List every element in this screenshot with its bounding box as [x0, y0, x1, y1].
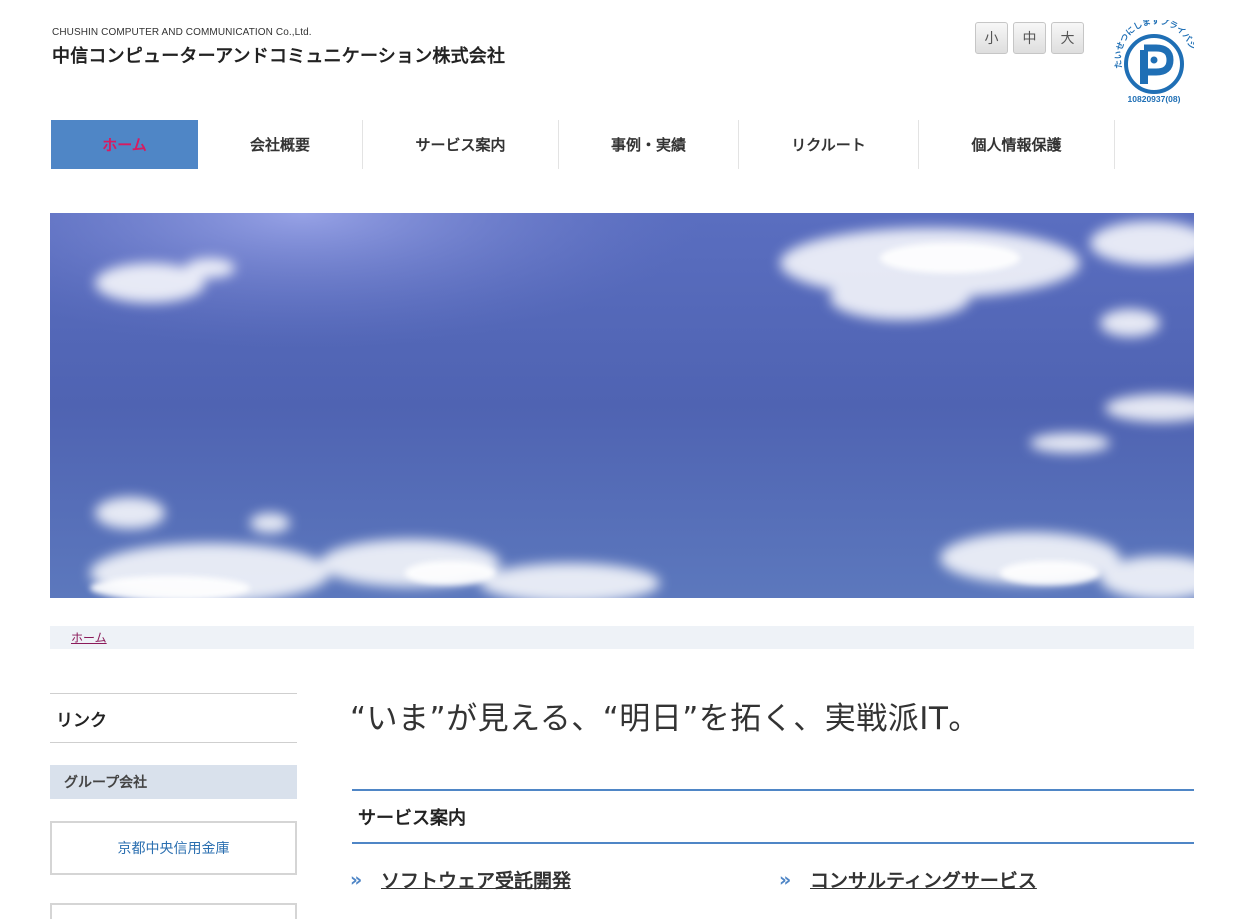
font-size-small-button[interactable]: 小: [975, 22, 1008, 54]
sidebar-title: リンク: [50, 693, 297, 743]
nav-home[interactable]: ホーム: [51, 120, 198, 169]
breadcrumb-home-link[interactable]: ホーム: [71, 629, 107, 646]
font-size-medium-button[interactable]: 中: [1013, 22, 1046, 54]
service-item-software: » ソフトウェア受託開発: [350, 866, 571, 893]
nav-recruit[interactable]: リクルート: [739, 120, 919, 169]
logo-english-name: CHUSHIN COMPUTER AND COMMUNICATION Co.,L…: [52, 27, 312, 38]
double-chevron-icon: »: [350, 868, 363, 891]
services-section-title: サービス案内: [352, 789, 1194, 844]
font-size-large-button[interactable]: 大: [1051, 22, 1084, 54]
nav-company[interactable]: 会社概要: [198, 120, 363, 169]
sidebar-link-next[interactable]: [50, 903, 297, 919]
company-logo[interactable]: CHUSHIN COMPUTER AND COMMUNICATION Co.,L…: [52, 27, 505, 68]
logo-japanese-name: 中信コンピューターアンドコミュニケーション株式会社: [52, 46, 506, 67]
breadcrumb: ホーム: [50, 626, 1194, 649]
privacy-mark-logo[interactable]: たいせつにしますプライバシー 10820937(08): [1114, 20, 1194, 106]
privacy-mark-number: 10820937(08): [1128, 94, 1181, 104]
sidebar-group-heading: グループ会社: [50, 765, 297, 799]
service-item-consulting: » コンサルティングサービス: [779, 866, 1037, 893]
sidebar: リンク グループ会社 京都中央信用金庫: [50, 693, 297, 919]
nav-cases[interactable]: 事例・実績: [559, 120, 739, 169]
sidebar-link-kyoto-chuo-shinkin[interactable]: 京都中央信用金庫: [50, 821, 297, 875]
hero-sky-image: [50, 213, 1194, 598]
global-nav: ホーム 会社概要 サービス案内 事例・実績 リクルート 個人情報保護: [51, 120, 1115, 169]
service-link-software[interactable]: ソフトウェア受託開発: [381, 866, 571, 893]
font-size-switcher: 小 中 大: [975, 22, 1084, 54]
nav-services[interactable]: サービス案内: [363, 120, 559, 169]
service-link-consulting[interactable]: コンサルティングサービス: [810, 866, 1037, 893]
catchphrase: “いま”が見える、“明日”を拓く、実戦派IT。: [350, 701, 980, 737]
nav-privacy[interactable]: 個人情報保護: [919, 120, 1115, 169]
double-chevron-icon: »: [779, 868, 792, 891]
